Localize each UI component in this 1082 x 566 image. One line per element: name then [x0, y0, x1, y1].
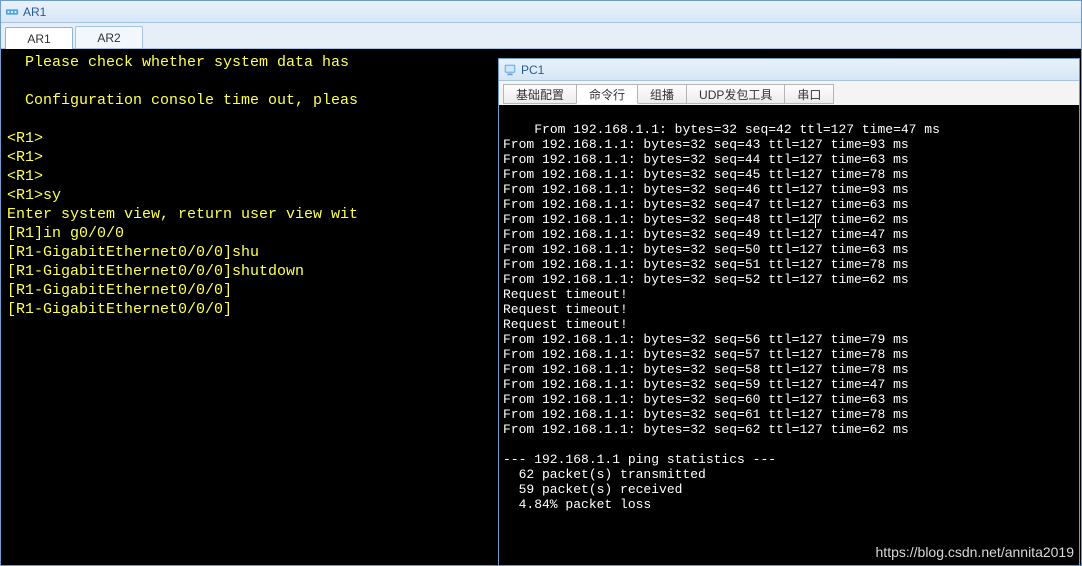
ar1-tabbar: AR1 AR2: [1, 23, 1081, 49]
pc-icon: [503, 63, 517, 77]
ar1-title: AR1: [23, 5, 46, 19]
tab-multicast[interactable]: 组播: [637, 84, 687, 104]
ar1-titlebar[interactable]: AR1: [1, 1, 1081, 23]
tab-ar2[interactable]: AR2: [75, 26, 143, 48]
tab-cmdline[interactable]: 命令行: [576, 84, 638, 104]
tab-serial[interactable]: 串口: [784, 84, 834, 104]
tab-udp-tool[interactable]: UDP发包工具: [686, 84, 785, 104]
text-cursor: [815, 214, 816, 228]
pc1-title: PC1: [521, 63, 544, 77]
tab-basic-config[interactable]: 基础配置: [503, 84, 577, 104]
tab-ar1[interactable]: AR1: [5, 27, 73, 49]
pc1-window: PC1 基础配置 命令行 组播 UDP发包工具 串口 From 192.168.…: [498, 58, 1080, 566]
pc1-tabbar: 基础配置 命令行 组播 UDP发包工具 串口: [499, 81, 1079, 105]
router-icon: [5, 5, 19, 19]
pc1-terminal[interactable]: From 192.168.1.1: bytes=32 seq=42 ttl=12…: [499, 105, 1079, 565]
pc1-titlebar[interactable]: PC1: [499, 59, 1079, 81]
